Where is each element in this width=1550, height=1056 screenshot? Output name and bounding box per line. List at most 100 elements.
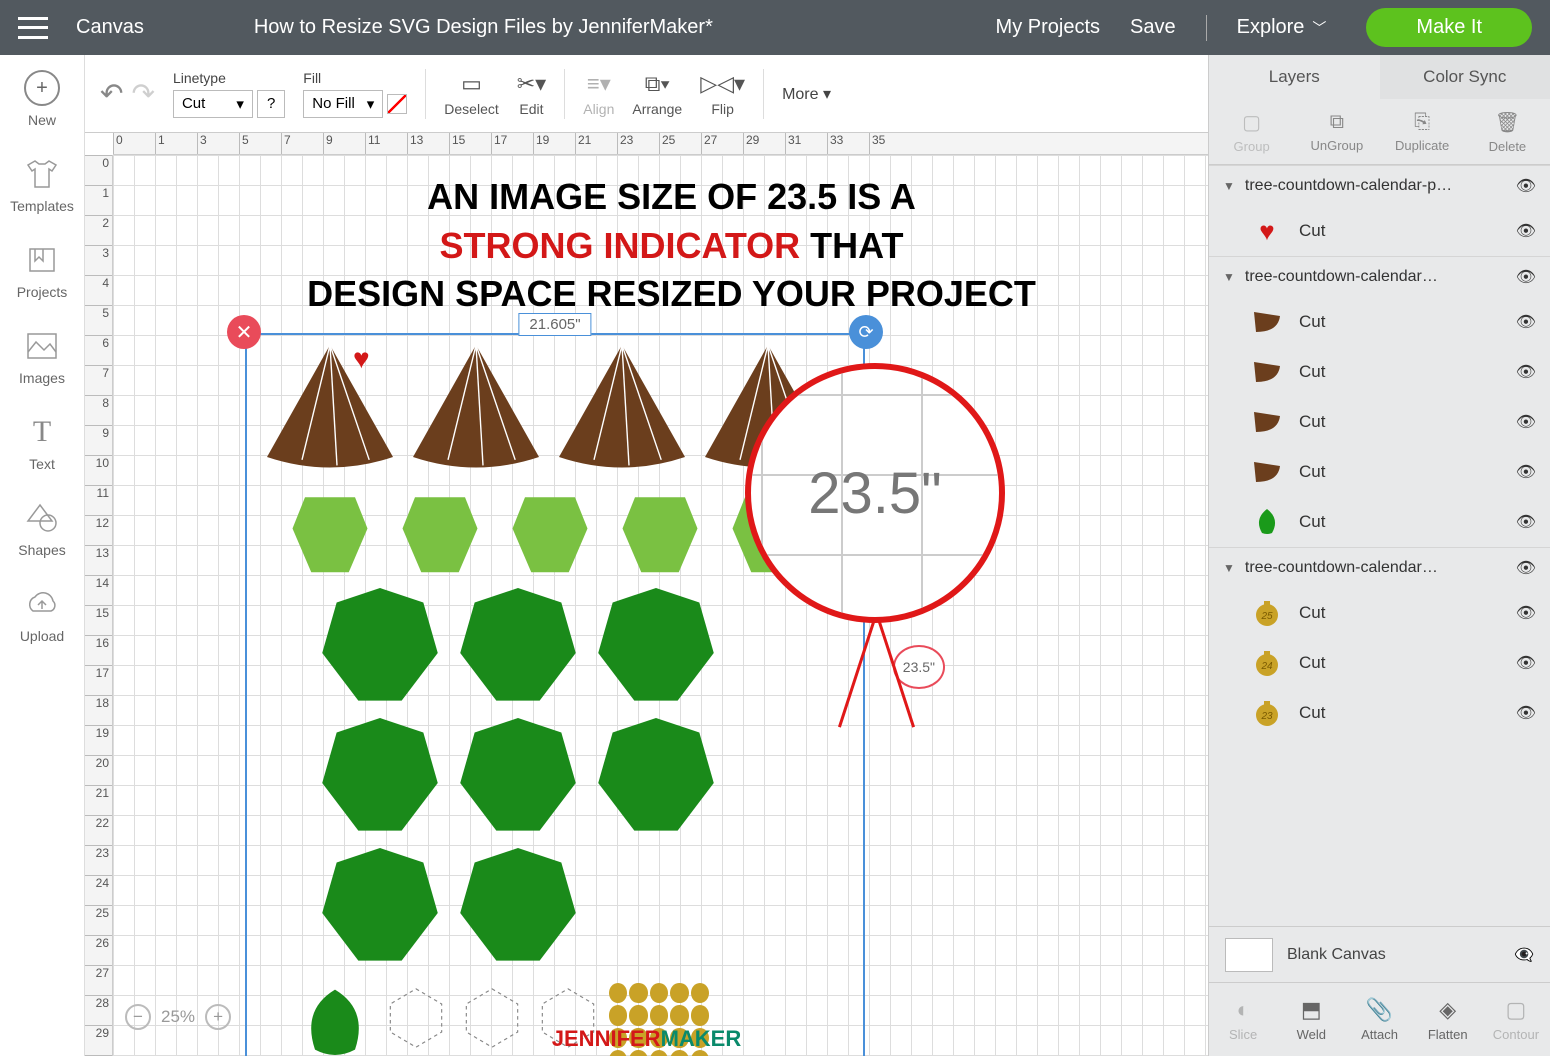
eye-icon[interactable]: 👁 (1516, 653, 1536, 673)
my-projects-link[interactable]: My Projects (996, 16, 1100, 39)
flatten-label: Flatten (1428, 1027, 1468, 1042)
flatten-button[interactable]: ◈ Flatten (1414, 983, 1482, 1056)
selection-rotate-handle[interactable]: ⟳ (849, 315, 883, 349)
more-dropdown[interactable]: More ▾ (782, 84, 831, 104)
visibility-off-icon[interactable]: 👁‍🗨 (1514, 945, 1534, 965)
layer-swatch: 23 (1249, 698, 1285, 728)
flatten-icon: ◈ (1439, 997, 1456, 1023)
projects-button[interactable]: Projects (17, 242, 68, 300)
arrange-button[interactable]: ⧉▾Arrange (632, 71, 682, 117)
linetype-help-button[interactable]: ? (257, 90, 285, 118)
layer-label: Cut (1299, 221, 1325, 241)
menu-icon[interactable] (18, 17, 48, 39)
layer-item[interactable]: Cut 👁 (1209, 397, 1550, 447)
images-label: Images (19, 370, 65, 386)
overlay-line2-rest: THAT (800, 225, 903, 266)
flip-button[interactable]: ▷◁▾Flip (700, 71, 745, 117)
explore-dropdown[interactable]: Explore ﹀ (1237, 16, 1327, 39)
layer-item[interactable]: Cut👁 (1209, 297, 1550, 347)
eye-icon[interactable]: 👁 (1516, 512, 1536, 532)
redo-button[interactable]: ↷ (131, 77, 154, 110)
align-button[interactable]: ≡▾ Align (583, 71, 614, 117)
zoom-in-button[interactable]: + (205, 1004, 231, 1030)
linetype-value: Cut (182, 95, 205, 112)
layer-group[interactable]: ▼tree-countdown-calendar-p…👁 (1209, 165, 1550, 206)
project-title: How to Resize SVG Design Files by Jennif… (254, 16, 996, 39)
contour-button[interactable]: ▢Contour (1482, 983, 1550, 1056)
align-icon: ≡▾ (587, 71, 611, 97)
fill-select[interactable]: No Fill▾ (303, 90, 383, 118)
duplicate-icon: ⎘ (1414, 111, 1430, 134)
undo-button[interactable]: ↶ (100, 77, 123, 110)
new-label: New (28, 112, 56, 128)
edit-button[interactable]: ✂▾Edit (517, 71, 546, 117)
eye-icon[interactable]: 👁 (1516, 412, 1536, 432)
topbar: Canvas How to Resize SVG Design Files by… (0, 0, 1550, 55)
chevron-down-icon: ▼ (1223, 270, 1235, 284)
layer-item[interactable]: Cut👁 (1209, 497, 1550, 547)
eye-icon[interactable]: 👁 (1516, 703, 1536, 723)
overlay-line1: AN IMAGE SIZE OF 23.5 IS A (155, 173, 1188, 222)
layer-item[interactable]: Cut👁 (1209, 347, 1550, 397)
eye-icon[interactable]: 👁 (1516, 267, 1536, 287)
eye-icon[interactable]: 👁 (1516, 176, 1536, 196)
caret-down-icon: ▾ (236, 95, 244, 113)
canvas-swatch[interactable] (1225, 938, 1273, 972)
eye-icon[interactable]: 👁 (1516, 362, 1536, 382)
make-it-button[interactable]: Make It (1366, 8, 1532, 47)
images-button[interactable]: Images (19, 328, 65, 386)
templates-button[interactable]: Templates (10, 156, 74, 214)
upload-button[interactable]: Upload (20, 586, 64, 644)
layer-item[interactable]: 23Cut👁 (1209, 688, 1550, 738)
zoom-out-button[interactable]: − (125, 1004, 151, 1030)
new-button[interactable]: +New (24, 70, 60, 128)
linetype-select[interactable]: Cut ▾ (173, 90, 253, 118)
save-link[interactable]: Save (1130, 16, 1176, 39)
layer-swatch (1249, 407, 1285, 437)
watermark-b: MAKER (661, 1026, 742, 1051)
slice-button[interactable]: ◐Slice (1209, 983, 1277, 1056)
deselect-label: Deselect (444, 101, 498, 117)
chevron-down-icon: ▼ (1223, 179, 1235, 193)
contour-label: Contour (1493, 1027, 1539, 1042)
layer-swatch (1249, 357, 1285, 387)
delete-button[interactable]: 🗑Delete (1465, 99, 1550, 164)
ungroup-icon: ⧉ (1330, 111, 1344, 134)
eye-icon[interactable]: 👁 (1516, 603, 1536, 623)
group-button[interactable]: ▢Group (1209, 99, 1294, 164)
deselect-button[interactable]: ▭Deselect (444, 71, 498, 117)
annotation-overlay: AN IMAGE SIZE OF 23.5 IS A STRONG INDICA… (155, 173, 1188, 319)
ungroup-button[interactable]: ⧉UnGroup (1294, 99, 1379, 164)
duplicate-button[interactable]: ⎘Duplicate (1380, 99, 1465, 164)
layer-item[interactable]: Cut👁 (1209, 447, 1550, 497)
tab-colorsync[interactable]: Color Sync (1380, 55, 1550, 99)
eye-icon[interactable]: 👁 (1516, 558, 1536, 578)
selection-close-button[interactable]: ✕ (227, 315, 261, 349)
weld-button[interactable]: ⬒Weld (1277, 983, 1345, 1056)
layer-item[interactable]: ♥Cut👁 (1209, 206, 1550, 256)
linetype-label: Linetype (173, 70, 285, 86)
edit-label: Edit (519, 101, 543, 117)
layer-item[interactable]: 25Cut👁 (1209, 588, 1550, 638)
watermark-a: JENNIFER (552, 1026, 661, 1051)
attach-button[interactable]: 📎Attach (1345, 983, 1413, 1056)
eye-icon[interactable]: 👁 (1516, 312, 1536, 332)
layer-group[interactable]: ▼tree-countdown-calendar…👁 (1209, 547, 1550, 588)
fill-swatch[interactable] (387, 94, 407, 114)
layer-label: Cut (1299, 412, 1325, 432)
align-label: Align (583, 101, 614, 117)
text-button[interactable]: TText (24, 414, 60, 472)
separator (425, 69, 426, 119)
overlay-line3: DESIGN SPACE RESIZED YOUR PROJECT (155, 270, 1188, 319)
shapes-button[interactable]: Shapes (18, 500, 65, 558)
layer-group[interactable]: ▼tree-countdown-calendar…👁 (1209, 256, 1550, 297)
tab-layers[interactable]: Layers (1209, 55, 1380, 99)
image-icon (24, 328, 60, 364)
overlay-line2-red: STRONG INDICATOR (440, 225, 801, 266)
left-toolbar: +New Templates Projects Images TText Sha… (0, 55, 85, 1056)
eye-icon[interactable]: 👁 (1516, 462, 1536, 482)
explore-label: Explore (1237, 16, 1305, 39)
canvas-area[interactable]: 01357911131517192123252729313335 0123456… (85, 133, 1208, 1056)
layer-item[interactable]: 24Cut👁 (1209, 638, 1550, 688)
eye-icon[interactable]: 👁 (1516, 221, 1536, 241)
